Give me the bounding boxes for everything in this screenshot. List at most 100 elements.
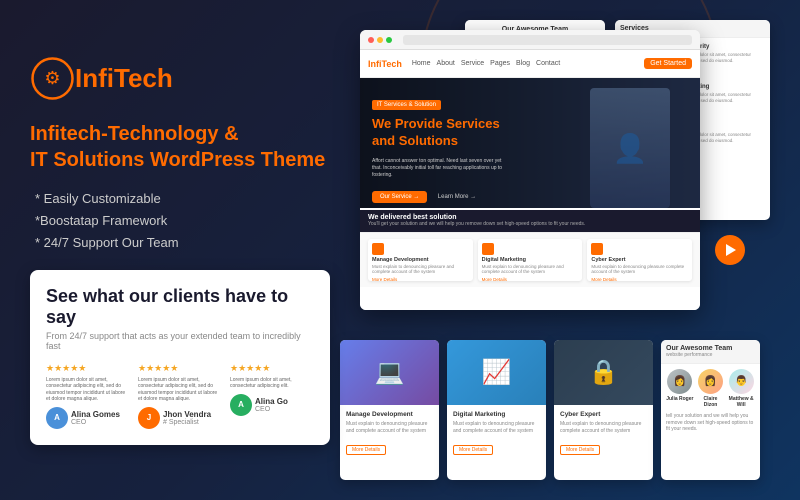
team-bottom-avatar-1: 👩 [667, 369, 692, 394]
bottom-card-link-1[interactable]: More Details [346, 445, 386, 455]
avatar-1: A [46, 407, 68, 429]
team-bottom-name-1: Julia Roger [666, 396, 694, 402]
service-card-icon-1 [372, 243, 384, 255]
nav-pages[interactable]: Pages [490, 60, 510, 67]
bottom-card-link-3[interactable]: More Details [560, 445, 600, 455]
team-bottom-member-1: 👩 Julia Roger [666, 369, 694, 408]
bottom-card-title-3: Cyber Expert [560, 411, 647, 418]
browser-content: InfiTech Home About Service Pages Blog C… [360, 50, 700, 310]
browser-dot-yellow [377, 37, 383, 43]
bottom-card-link-2[interactable]: More Details [453, 445, 493, 455]
reviewer-name-1: Alina Gomes [71, 410, 130, 419]
gear-icon: ⚙ [30, 56, 75, 101]
team-bottom-header: Our Awesome Team website performance [661, 340, 760, 364]
nav-cta-button[interactable]: Get Started [644, 58, 692, 69]
bottom-card-content-2: Digital Marketing Must explain to denoun… [447, 405, 546, 462]
review-info-1: Alina Gomes CEO [71, 410, 130, 426]
site-navbar: InfiTech Home About Service Pages Blog C… [360, 50, 700, 78]
bottom-card-title-2: Digital Marketing [453, 411, 540, 418]
solution-title: We delivered best solution [368, 214, 692, 221]
bottom-card-text-1: Must explain to denouncing pleasure and … [346, 421, 433, 434]
browser-address-bar [403, 35, 692, 45]
review-footer-2: J Jhon Vendra # Specialist [138, 407, 222, 429]
feature-item: * Easily Customizable [30, 191, 350, 206]
page-container: ⚙ InfiTech Infitech-Technology & IT Solu… [0, 0, 800, 500]
hero-description: Affort cannot answer ton optimal. Need l… [372, 158, 512, 179]
hero-secondary-button[interactable]: Learn More → [438, 194, 476, 200]
bottom-screenshot-1: 💻 Manage Development Must explain to den… [340, 340, 439, 480]
feature-item: * 24/7 Support Our Team [30, 235, 350, 250]
play-button[interactable] [715, 235, 745, 265]
stars-1: ★★★★★ [46, 363, 130, 374]
nav-links: Home About Service Pages Blog Contact [412, 60, 560, 67]
nav-about[interactable]: About [437, 60, 455, 67]
team-bottom-title: Our Awesome Team [666, 345, 755, 352]
reviewer-role-3: CEO [255, 406, 314, 413]
feature-item: *Boostatap Framework [30, 213, 350, 228]
site-hero: IT Services & Solution We Provide Servic… [360, 78, 700, 208]
team-bottom-avatar-3: 👨 [729, 369, 754, 394]
site-logo: InfiTech [368, 59, 402, 69]
svg-text:⚙: ⚙ [44, 68, 60, 88]
service-card-title-3: Cyber Expert [591, 257, 688, 263]
bottom-card-content-3: Cyber Expert Must explain to denouncing … [554, 405, 653, 462]
reviewer-name-3: Alina Go [255, 397, 314, 406]
team-bottom-member-2: 👩 Claire Dizon [697, 369, 725, 408]
service-card-title-2: Digital Marketing [482, 257, 579, 263]
team-bottom-members: 👩 Julia Roger 👩 Claire Dizon 👨 Matthew &… [661, 364, 760, 413]
testimonial-card: See what our clients have to say From 24… [30, 270, 330, 445]
team-bottom-text: tell your solution and we will help you … [661, 413, 760, 433]
avatar-2: J [138, 407, 160, 429]
service-card-link-2[interactable]: More Details [482, 277, 579, 282]
bottom-screenshot-2: 📈 Digital Marketing Must explain to deno… [447, 340, 546, 480]
review-info-2: Jhon Vendra # Specialist [163, 410, 222, 426]
service-card-text-2: Must explain to denouncing pleasure and … [482, 264, 579, 276]
nav-service[interactable]: Service [461, 60, 484, 67]
reviewer-role-2: # Specialist [163, 419, 222, 426]
service-card-title-1: Manage Development [372, 257, 469, 263]
bottom-card-title-1: Manage Development [346, 411, 433, 418]
service-card-text-1: Must explain to denouncing pleasure and … [372, 264, 469, 276]
review-info-3: Alina Go CEO [255, 397, 314, 413]
service-card-3: Cyber Expert Must explain to denouncing … [587, 239, 692, 281]
site-services-row: Manage Development Must explain to denou… [360, 232, 700, 287]
team-bottom-member-3: 👨 Matthew & Will [727, 369, 755, 408]
solution-text: You'll get your solution and we will hel… [368, 221, 692, 228]
main-headline: Infitech-Technology & IT Solutions WordP… [30, 121, 350, 173]
testimonial-subtitle: From 24/7 support that acts as your exte… [46, 331, 314, 351]
review-text-2: Lorem ipsum dolor sit amet, consectetur … [138, 377, 222, 403]
browser-bar [360, 30, 700, 50]
review-text-3: Lorem ipsum dolor sit amet, consectetur … [230, 377, 314, 390]
team-bottom-avatar-2: 👩 [698, 369, 723, 394]
hero-badge: IT Services & Solution [372, 100, 441, 110]
nav-contact[interactable]: Contact [536, 60, 560, 67]
service-card-text-3: Must explain to denouncing pleasure comp… [591, 264, 688, 276]
service-card-link-1[interactable]: More Details [372, 277, 469, 282]
bottom-screenshots-row: 💻 Manage Development Must explain to den… [330, 340, 770, 480]
reviewer-role-1: CEO [71, 419, 130, 426]
main-browser-mockup: InfiTech Home About Service Pages Blog C… [360, 30, 700, 310]
bottom-img-1: 💻 [340, 340, 439, 405]
solution-bar: We delivered best solution You'll get yo… [360, 210, 700, 232]
logo-text: InfiTech [75, 63, 173, 94]
hero-cta-button[interactable]: Our Service → [372, 191, 427, 203]
review-footer-1: A Alina Gomes CEO [46, 407, 130, 429]
browser-dot-green [386, 37, 392, 43]
review-item-3: ★★★★★ Lorem ipsum dolor sit amet, consec… [230, 363, 314, 429]
stars-3: ★★★★★ [230, 363, 314, 374]
bottom-card-content-1: Manage Development Must explain to denou… [340, 405, 439, 462]
bottom-card-text-2: Must explain to denouncing pleasure and … [453, 421, 540, 434]
team-bottom-name-2: Claire Dizon [697, 396, 725, 408]
team-bottom-subtitle: website performance [666, 352, 755, 358]
left-panel: ⚙ InfiTech Infitech-Technology & IT Solu… [30, 56, 350, 445]
nav-home[interactable]: Home [412, 60, 431, 67]
service-card-icon-3 [591, 243, 603, 255]
service-card-1: Manage Development Must explain to denou… [368, 239, 473, 281]
browser-dot-red [368, 37, 374, 43]
reviewer-name-2: Jhon Vendra [163, 410, 222, 419]
nav-blog[interactable]: Blog [516, 60, 530, 67]
bottom-screenshot-4: Our Awesome Team website performance 👩 J… [661, 340, 760, 480]
features-list: * Easily Customizable *Boostatap Framewo… [30, 191, 350, 250]
logo-area: ⚙ InfiTech [30, 56, 350, 101]
service-card-link-3[interactable]: More Details [591, 277, 688, 282]
